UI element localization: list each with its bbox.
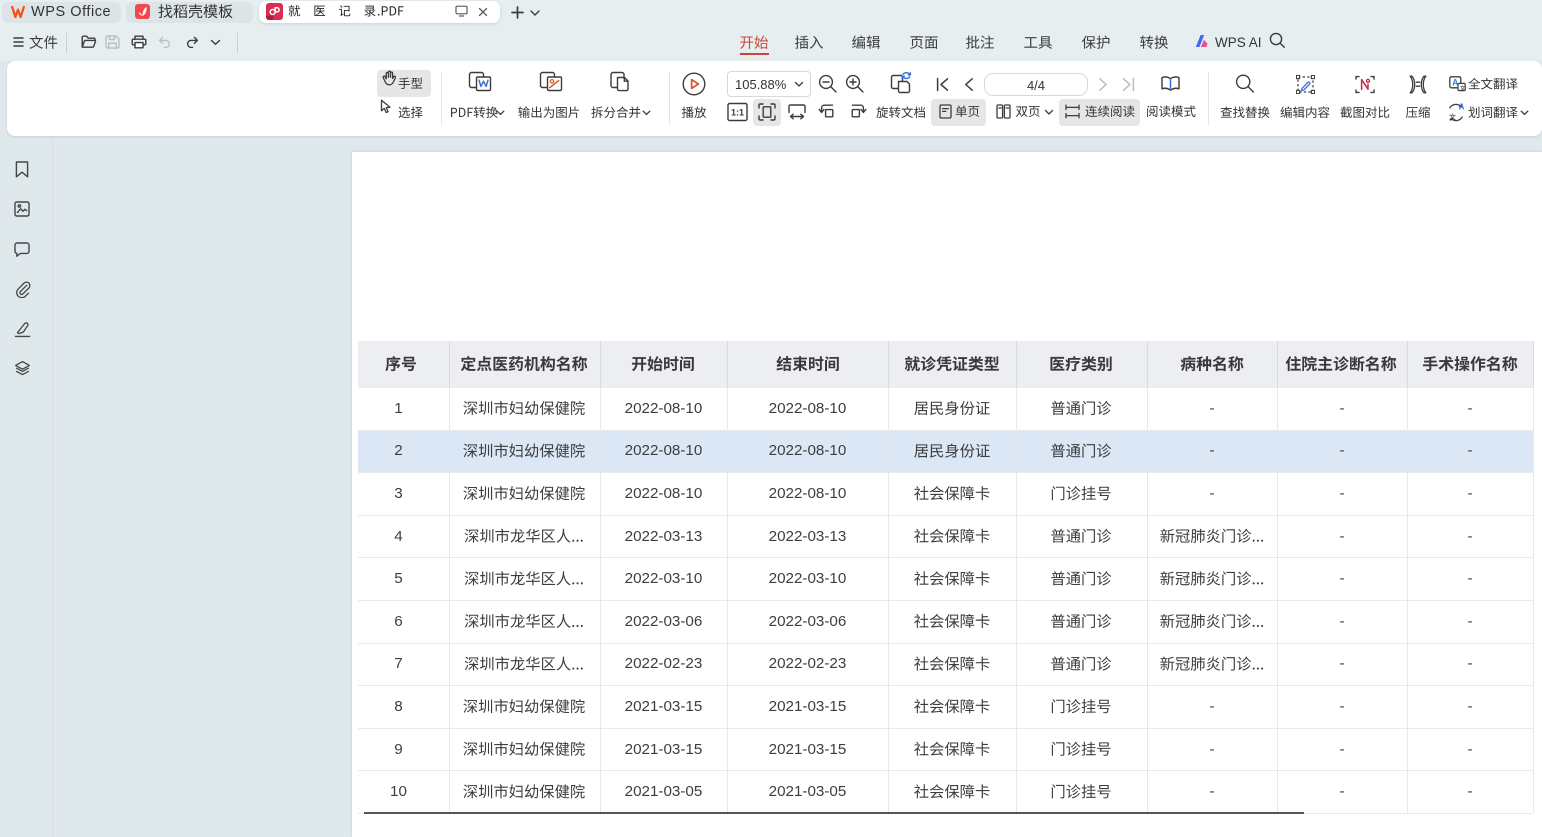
svg-text:1:1: 1:1: [731, 108, 744, 118]
